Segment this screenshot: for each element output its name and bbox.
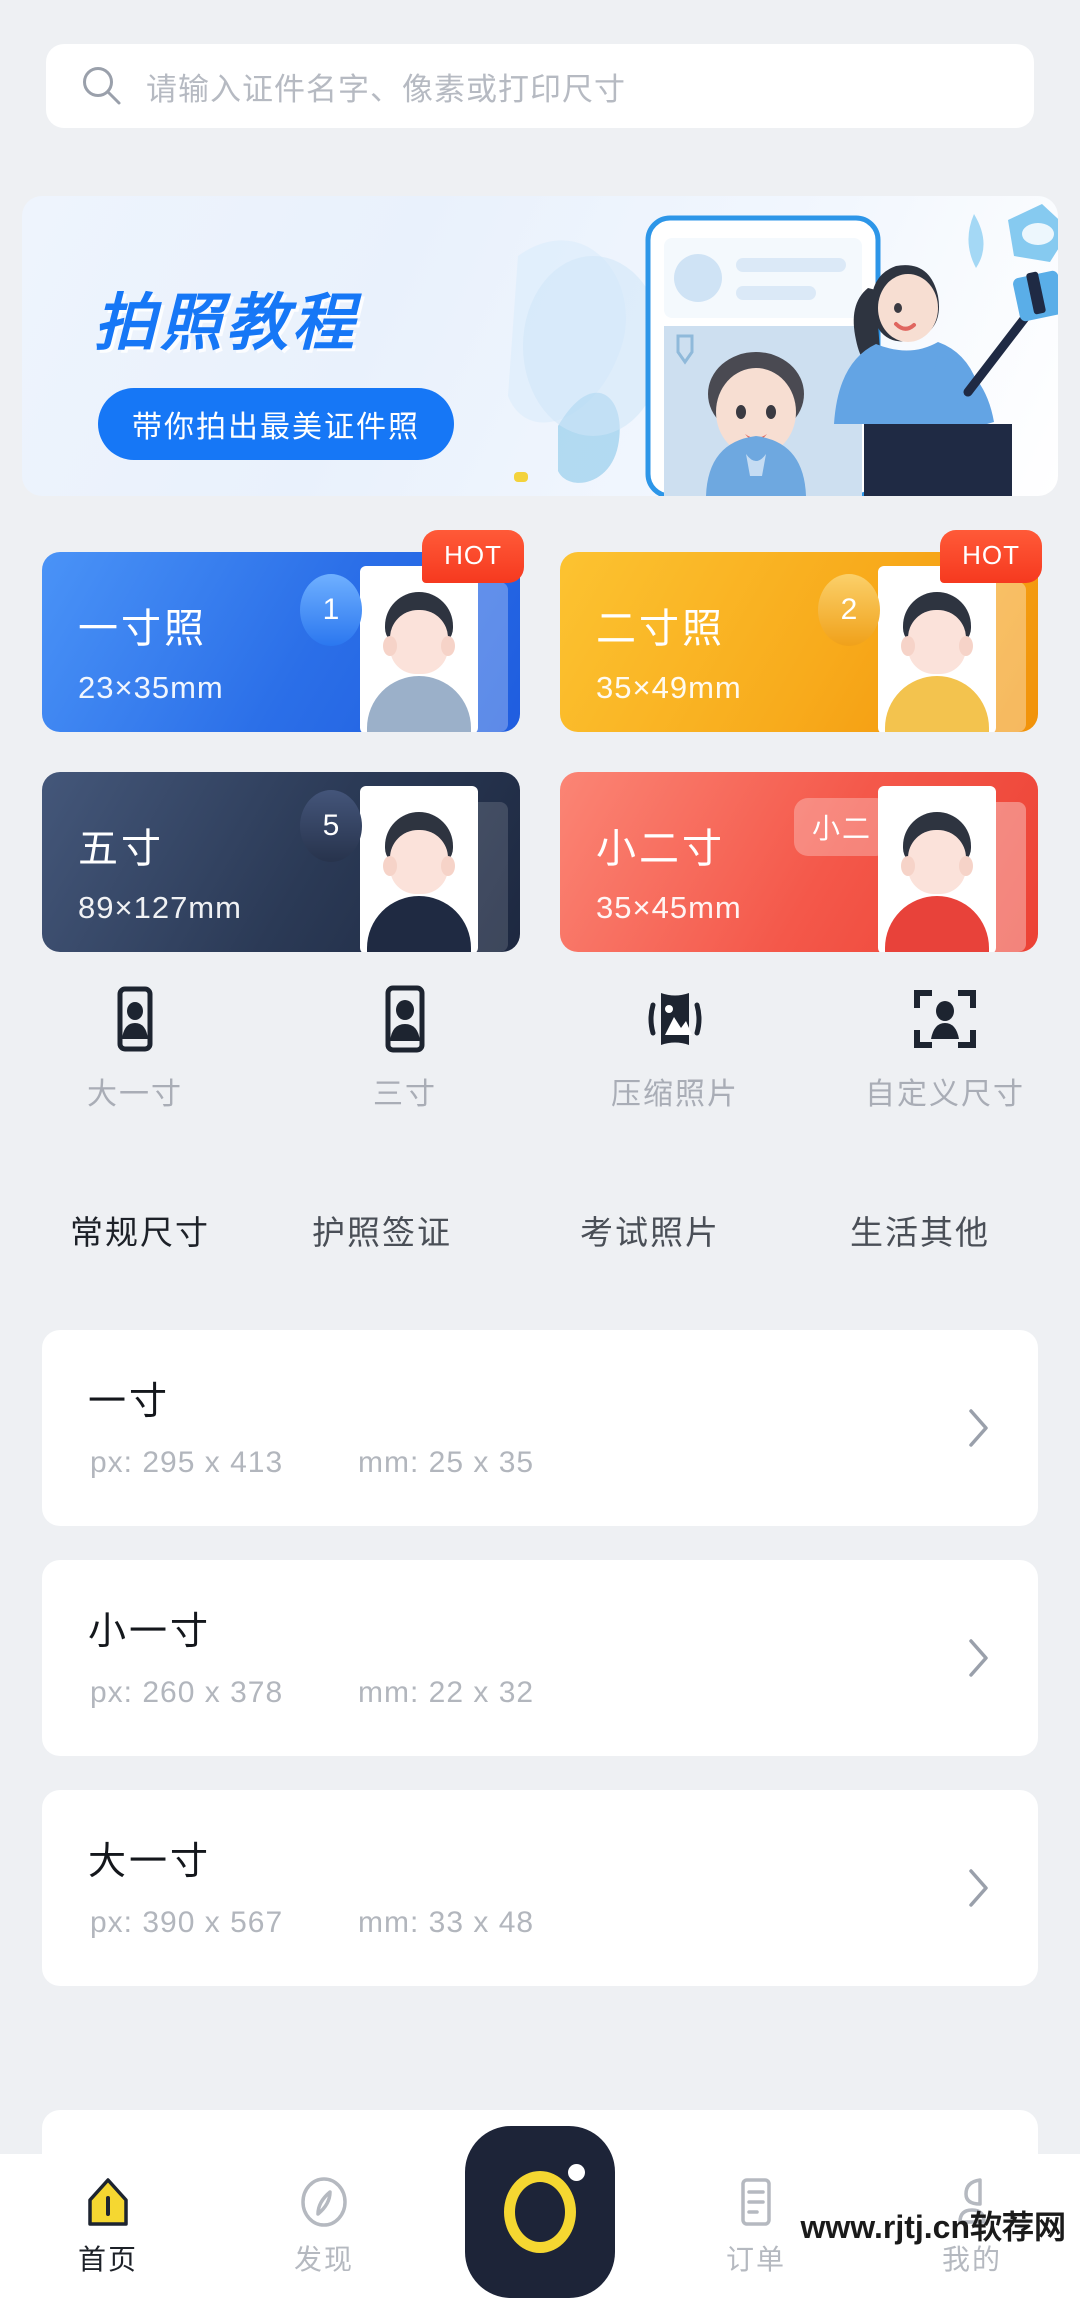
tab-label: 护照签证 — [312, 1214, 452, 1251]
size-list-row-one-inch[interactable]: 一寸 px: 295 x 413 mm: 25 x 35 — [42, 1330, 1038, 1526]
hot-badge: HOT — [940, 530, 1042, 583]
nav-item-home[interactable]: 首页 — [0, 2154, 216, 2300]
quick-action-san-cun[interactable]: 三寸 — [270, 985, 540, 1115]
chevron-right-icon — [969, 1409, 988, 1447]
size-list-row-large-one-inch[interactable]: 大一寸 px: 390 x 567 mm: 33 x 48 — [42, 1790, 1038, 1986]
size-list-row-small-one-inch[interactable]: 小一寸 px: 260 x 378 mm: 22 x 32 — [42, 1560, 1038, 1756]
tutorial-banner[interactable]: 拍照教程 带你拍出最美证件照 — [22, 196, 1058, 496]
tab-active-underline — [30, 1255, 250, 1269]
hot-badge: HOT — [422, 530, 524, 583]
camera-flash-dot-icon — [568, 2164, 585, 2181]
chevron-right-icon — [969, 1869, 988, 1907]
card-dimensions: 35×45mm — [596, 890, 742, 925]
list-item-title: 大一寸 — [88, 1841, 212, 1883]
size-card-five-inch[interactable]: 5 五寸 89×127mm — [42, 772, 520, 952]
camera-capture-button[interactable] — [465, 2126, 615, 2298]
quick-action-compress[interactable]: 压缩照片 — [540, 985, 810, 1115]
card-title: 五寸 — [78, 827, 164, 871]
bottom-navigation: 首页 发现 订单 我的 www.rjtj.cn软荐网 — [0, 2126, 1080, 2300]
order-list-icon — [741, 2178, 771, 2226]
card-title: 小二寸 — [596, 827, 725, 871]
card-title: 一寸照 — [78, 607, 207, 651]
tab-exam-photos[interactable]: 考试照片 — [540, 1195, 760, 1265]
camera-shutter-icon — [504, 2171, 576, 2253]
list-item-mm: mm: 25 x 35 — [358, 1446, 535, 1479]
list-item-mm: mm: 22 x 32 — [358, 1676, 535, 1709]
compress-image-icon — [648, 993, 702, 1045]
app-root: 请输入证件名字、像素或打印尺寸 拍照教程 带你拍出最美证件照 1 一寸照 23×… — [0, 0, 1080, 2300]
list-item-mm: mm: 33 x 48 — [358, 1906, 535, 1939]
crop-face-icon — [914, 990, 976, 1048]
search-icon — [83, 67, 121, 105]
quick-action-label: 自定义尺寸 — [865, 1078, 1025, 1111]
quick-action-da-yi-cun[interactable]: 大一寸 — [0, 985, 270, 1115]
tab-label: 考试照片 — [580, 1214, 720, 1251]
quick-action-custom-size[interactable]: 自定义尺寸 — [810, 985, 1080, 1115]
quick-action-label: 大一寸 — [87, 1078, 183, 1111]
card-number-badge: 5 — [300, 790, 362, 862]
card-dimensions: 35×49mm — [596, 670, 742, 705]
list-item-px: px: 295 x 413 — [90, 1446, 284, 1479]
size-card-one-inch[interactable]: 1 一寸照 23×35mm HOT — [42, 530, 524, 732]
tab-label: 生活其他 — [850, 1214, 990, 1251]
quick-action-label: 三寸 — [373, 1078, 437, 1111]
tab-label: 常规尺寸 — [70, 1214, 210, 1251]
size-card-small-two-inch[interactable]: 小二 小二寸 35×45mm — [560, 772, 1038, 952]
nav-item-discover[interactable]: 发现 — [216, 2154, 432, 2300]
nav-label: 首页 — [77, 2244, 138, 2275]
list-item-px: px: 260 x 378 — [90, 1676, 284, 1709]
card-number-badge: 小二 — [794, 798, 890, 856]
portrait-frame-icon — [385, 985, 425, 1053]
banner-illustration — [508, 204, 1058, 496]
tab-standard-sizes[interactable]: 常规尺寸 — [30, 1195, 250, 1269]
quick-action-label: 压缩照片 — [611, 1078, 739, 1111]
home-icon — [88, 2178, 128, 2226]
tab-life-other[interactable]: 生活其他 — [810, 1195, 1030, 1265]
banner-title: 拍照教程 — [94, 286, 359, 359]
card-number-badge: 2 — [818, 574, 880, 646]
site-watermark: www.rjtj.cn软荐网 — [800, 2209, 1066, 2245]
tab-passport-visa[interactable]: 护照签证 — [272, 1195, 492, 1265]
quick-action-row: 大一寸 三寸 压缩照片 自定义尺寸 — [0, 985, 1080, 1115]
card-title: 二寸照 — [596, 607, 725, 651]
list-item-title: 小一寸 — [88, 1611, 212, 1653]
list-item-px: px: 390 x 567 — [90, 1906, 284, 1939]
card-number-badge: 1 — [300, 574, 362, 646]
search-input-placeholder[interactable]: 请输入证件名字、像素或打印尺寸 — [146, 64, 626, 109]
list-item-title: 一寸 — [88, 1381, 171, 1423]
chevron-right-icon — [969, 1639, 988, 1677]
compass-icon — [301, 2177, 347, 2227]
card-dimensions: 23×35mm — [78, 670, 224, 705]
nav-label: 订单 — [725, 2244, 786, 2275]
portrait-frame-icon — [117, 986, 153, 1052]
search-bar[interactable]: 请输入证件名字、像素或打印尺寸 — [46, 44, 1034, 128]
banner-cta-button[interactable]: 带你拍出最美证件照 — [98, 388, 454, 460]
category-tabs: 常规尺寸 护照签证 考试照片 生活其他 — [0, 1195, 1080, 1275]
card-dimensions: 89×127mm — [78, 890, 242, 925]
size-card-two-inch[interactable]: 2 二寸照 35×49mm HOT — [560, 530, 1042, 732]
nav-label: 发现 — [293, 2244, 354, 2275]
